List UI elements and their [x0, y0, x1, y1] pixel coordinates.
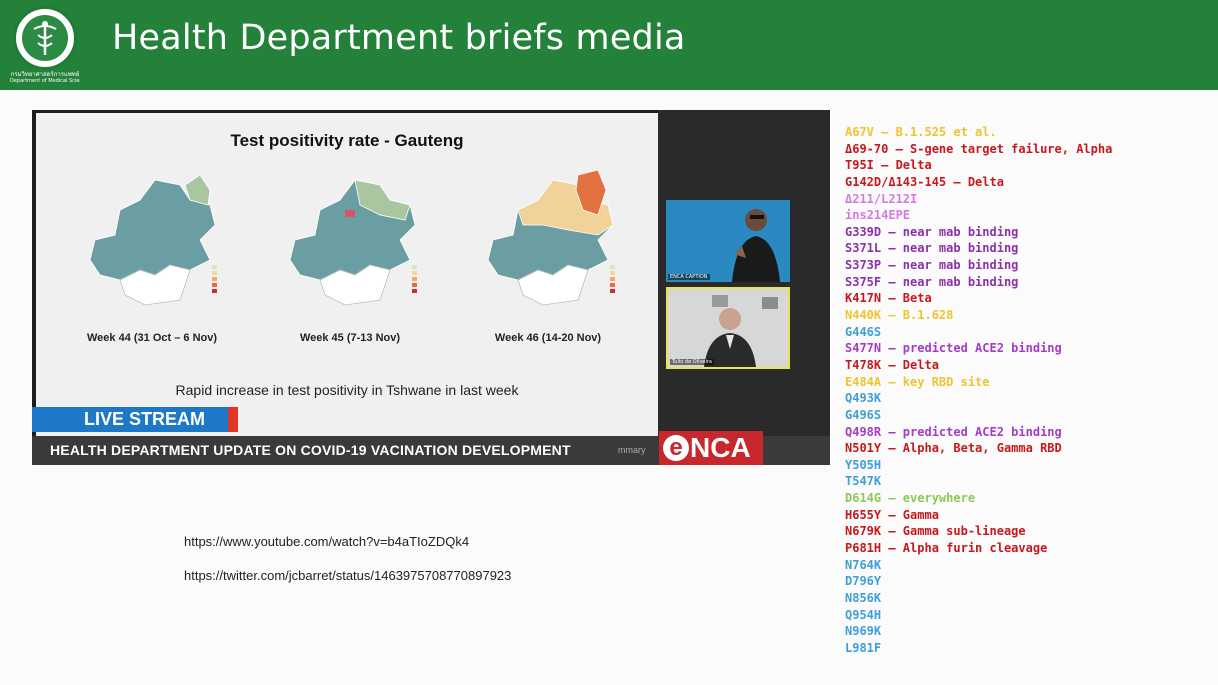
week-44-label: Week 44 (31 Oct – 6 Nov): [86, 332, 218, 344]
map-week-45: [289, 179, 436, 306]
live-stream-accent: [228, 407, 238, 432]
mutation-item: Q493K: [845, 391, 882, 406]
mutation-item: L981F: [845, 640, 882, 655]
mutation-item: T478K – Delta: [845, 357, 939, 372]
person-icon: [732, 209, 780, 282]
channel-logo-e: e: [663, 435, 689, 461]
mutation-item: Y505H: [845, 457, 882, 472]
logo-caption-thai: กรมวิทยาศาสตร์การแพทย์: [10, 71, 80, 78]
logo-emblem-inner: [22, 15, 68, 61]
mutation-item: G496S: [845, 407, 882, 422]
channel-logo-name: NCA: [690, 432, 751, 463]
mutation-list: A67V – B.1.525 et al. Δ69-70 – S-gene tar…: [845, 124, 1112, 657]
live-stream-badge: LIVE STREAM: [32, 407, 234, 432]
ticker-extra-text: mmary: [618, 445, 646, 455]
mutation-item: S477N – predicted ACE2 binding: [845, 341, 1062, 356]
map-week-46: [487, 169, 634, 306]
mutation-item: H655Y – Gamma: [845, 507, 939, 522]
week-45-label: Week 45 (7-13 Nov): [299, 332, 401, 344]
speaker-panel: ENCA CAPTION Tulio de Oliveira: [658, 110, 830, 440]
logo-emblem: [13, 6, 77, 70]
mutation-item: S375F – near mab binding: [845, 274, 1019, 289]
mutation-item: K417N – Beta: [845, 291, 932, 306]
mutation-item: N501Y – Alpha, Beta, Gamma RBD: [845, 441, 1062, 456]
mutation-item: N679K – Gamma sub-lineage: [845, 524, 1026, 539]
map-week-44: [89, 174, 236, 306]
mutation-item: G339D – near mab binding: [845, 224, 1019, 239]
mutation-item: N764K: [845, 557, 882, 572]
logo-caption-english: Department of Medical Sciences: [10, 78, 80, 84]
mutation-item: E484A – key RBD site: [845, 374, 990, 389]
slide-caption: Rapid increase in test positivity in Tsh…: [175, 382, 519, 398]
mutation-item: D796Y: [845, 574, 882, 589]
mutation-item: Q498R – predicted ACE2 binding: [845, 424, 1062, 439]
mutation-item: T95I – Delta: [845, 158, 932, 173]
mutation-item: N856K: [845, 590, 882, 605]
mutation-item: S371L – near mab binding: [845, 241, 1019, 256]
week-46-label: Week 46 (14-20 Nov): [494, 332, 602, 344]
mutation-item: A67V – B.1.525 et al.: [845, 125, 997, 139]
mutation-item: N969K: [845, 624, 882, 639]
mutation-item: P681H – Alpha furin cleavage: [845, 541, 1048, 556]
ministry-logo: กรมวิทยาศาสตร์การแพทย์ Department of Med…: [10, 6, 80, 84]
mutation-item: Δ211/L212I: [845, 191, 918, 206]
mutation-item: Q954H: [845, 607, 882, 622]
header-bar: กรมวิทยาศาสตร์การแพทย์ Department of Med…: [0, 0, 1218, 90]
interpreter-name-tag: ENCA CAPTION: [668, 274, 710, 280]
mutation-item: N440K – B.1.628: [845, 308, 954, 323]
mutation-item: S373P – near mab binding: [845, 258, 1019, 273]
youtube-link[interactable]: https://www.youtube.com/watch?v=b4aTIoZD…: [184, 534, 469, 549]
ticker-headline: HEALTH DEPARTMENT UPDATE ON COVID-19 VAC…: [50, 442, 571, 458]
mutation-item: ins214EPE: [845, 208, 911, 223]
presentation-slide: Test positivity rate - Gauteng Week 44 (…: [36, 113, 658, 443]
video-player[interactable]: Test positivity rate - Gauteng Week 44 (…: [32, 110, 830, 465]
mutation-item: G142D/Δ143-145 – Delta: [845, 174, 1004, 189]
sign-language-interpreter-video: ENCA CAPTION: [666, 200, 790, 282]
caduceus-icon: [33, 21, 57, 55]
speaker-name-tag: Tulio de Oliveira: [670, 359, 714, 365]
mutation-item: Δ69-70 – S-gene target failure, Alpha: [845, 141, 1113, 156]
slide-title: Test positivity rate - Gauteng: [230, 131, 464, 150]
mutation-item: D614G – everywhere: [845, 491, 976, 506]
mutation-item: T547K: [845, 474, 882, 489]
mutation-item: G446S: [845, 324, 882, 339]
channel-logo: e NCA: [659, 431, 763, 465]
page-title: Health Department briefs media: [112, 18, 686, 58]
twitter-link[interactable]: https://twitter.com/jcbarret/status/1463…: [184, 568, 511, 583]
speaker-video: Tulio de Oliveira: [666, 287, 790, 369]
person-icon: [668, 289, 788, 367]
